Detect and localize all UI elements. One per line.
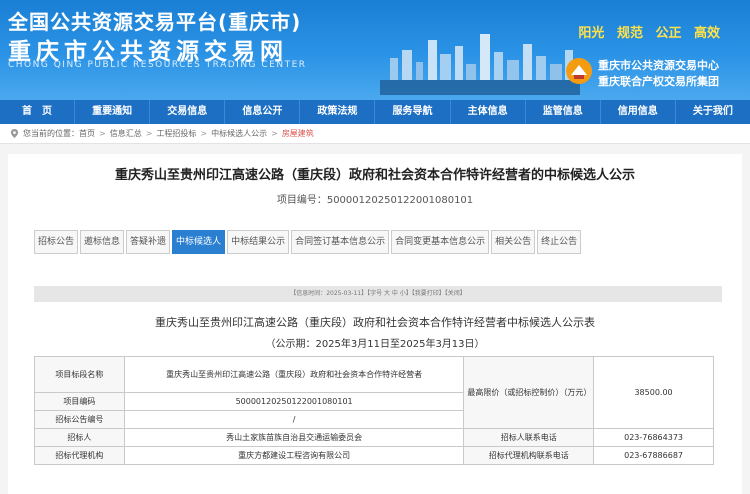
breadcrumb-separator: > bbox=[271, 128, 278, 138]
project-code-value: 500001202501220010801​01 bbox=[123, 392, 465, 411]
notice-code-label: 招标公告编号 bbox=[34, 410, 125, 429]
notice-title: 重庆秀山至贵州印江高速公路（重庆段）政府和社会资本合作特许经营者的中标候选人公示 bbox=[114, 168, 635, 183]
project-code: 项目编号：500001202501220010801​01 bbox=[276, 195, 474, 206]
table-title: 重庆秀山至贵州印江高速公路（重庆段）政府和社会资本合作特许经营者中标候选人公示表 bbox=[155, 316, 595, 329]
platform-title: 全国公共资源交易平台(重庆市) bbox=[8, 10, 302, 34]
candidate-table: 项目标段名称 重庆秀山至贵州印江高速公路（重庆段）政府和社会资本合作特许经营者 … bbox=[34, 356, 714, 465]
article-toolbar[interactable]: 【信息时间：2025-03-11】【字号 大 中 小】【我要打印】【关闭】 bbox=[34, 286, 722, 302]
tab-clarification[interactable]: 答疑补遗 bbox=[126, 230, 171, 254]
tenderer-value: 秀山土家族苗族自治县交通运输委员会 bbox=[123, 428, 465, 447]
breadcrumb: 您当前的位置： 首页 > 信息汇总 > 工程招投标 > 中标候选人公示 > 房屋… bbox=[0, 124, 750, 144]
publicity-period: （公示期：2025年3月11日至2025年3月13日） bbox=[265, 339, 485, 350]
tab-contract-signing[interactable]: 合同签订基本信息公示 bbox=[291, 230, 390, 254]
nav-policies[interactable]: 政策法规 bbox=[300, 100, 376, 124]
breadcrumb-prefix: 您当前的位置： bbox=[23, 128, 79, 138]
tab-award-result[interactable]: 中标结果公示 bbox=[227, 230, 290, 254]
nav-home[interactable]: 首 页 bbox=[0, 100, 76, 124]
nav-notices[interactable]: 重要通知 bbox=[75, 100, 151, 124]
breadcrumb-info[interactable]: 信息汇总 bbox=[110, 124, 142, 144]
tab-termination[interactable]: 终止公告 bbox=[537, 230, 582, 254]
breadcrumb-separator: > bbox=[99, 128, 106, 138]
city-skyline-image bbox=[380, 34, 580, 95]
org-logo-icon bbox=[566, 58, 592, 84]
breadcrumb-bidding[interactable]: 工程招投标 bbox=[156, 124, 196, 144]
max-price-label: 最高限价（或招标控制价）（万元） bbox=[463, 356, 595, 429]
breadcrumb-current[interactable]: 房屋建筑 bbox=[282, 124, 314, 144]
slogan: 阳光 规范 公正 高效 bbox=[578, 26, 720, 41]
breadcrumb-separator: > bbox=[145, 128, 153, 138]
tab-invitation[interactable]: 邀标信息 bbox=[80, 230, 125, 254]
tenderer-label: 招标人 bbox=[34, 428, 125, 447]
notice-code-value: / bbox=[123, 410, 465, 429]
notice-tabs: 招标公告 邀标信息 答疑补遗 中标候选人 中标结果公示 合同签订基本信息公示 合… bbox=[34, 230, 583, 254]
breadcrumb-home[interactable]: 首页 bbox=[79, 124, 95, 144]
agency-label: 招标代理机构 bbox=[34, 446, 125, 465]
table-row: 招标代理机构 重庆方都建设工程咨询有限公司 招标代理机构联系电话 023-678… bbox=[34, 446, 714, 465]
breadcrumb-separator: > bbox=[200, 128, 208, 138]
org-name-1: 重庆市公共资源交易中心 bbox=[598, 59, 719, 72]
tab-contract-change[interactable]: 合同变更基本信息公示 bbox=[391, 230, 490, 254]
main-nav: 首 页 重要通知 交易信息 信息公开 政策法规 服务导航 主体信息 监管信息 信… bbox=[0, 100, 750, 124]
tab-related[interactable]: 相关公告 bbox=[491, 230, 536, 254]
nav-about[interactable]: 关于我们 bbox=[676, 100, 750, 124]
breadcrumb-candidates[interactable]: 中标候选人公示 bbox=[211, 124, 267, 144]
org-name-2: 重庆联合产权交易所集团 bbox=[598, 75, 719, 88]
project-name-value: 重庆秀山至贵州印江高速公路（重庆段）政府和社会资本合作特许经营者 bbox=[123, 356, 465, 393]
tab-candidates[interactable]: 中标候选人 bbox=[172, 230, 226, 254]
agency-phone-label: 招标代理机构联系电话 bbox=[463, 446, 595, 465]
tab-tender-notice[interactable]: 招标公告 bbox=[34, 230, 79, 254]
tenderer-phone-value: 023-76864373 bbox=[593, 428, 714, 447]
tenderer-phone-label: 招标人联系电话 bbox=[463, 428, 595, 447]
notice-content: 重庆秀山至贵州印江高速公路（重庆段）政府和社会资本合作特许经营者的中标候选人公示… bbox=[8, 154, 742, 494]
nav-trade-info[interactable]: 交易信息 bbox=[150, 100, 226, 124]
agency-phone-value: 023-67886687 bbox=[593, 446, 714, 465]
nav-entity-info[interactable]: 主体信息 bbox=[451, 100, 526, 124]
nav-disclosure[interactable]: 信息公开 bbox=[225, 100, 301, 124]
location-pin-icon bbox=[10, 129, 19, 138]
table-row: 项目标段名称 重庆秀山至贵州印江高速公路（重庆段）政府和社会资本合作特许经营者 … bbox=[34, 356, 714, 429]
project-code-label: 项目编码 bbox=[34, 392, 125, 411]
site-title-english: CHONG QING PUBLIC RESOURCES TRADING CENT… bbox=[8, 60, 307, 70]
nav-service[interactable]: 服务导航 bbox=[375, 100, 451, 124]
project-name-label: 项目标段名称 bbox=[34, 356, 125, 393]
site-header: 全国公共资源交易平台(重庆市) 重庆市公共资源交易网 CHONG QING PU… bbox=[0, 0, 750, 100]
nav-credit[interactable]: 信用信息 bbox=[601, 100, 676, 124]
table-row: 招标人 秀山土家族苗族自治县交通运输委员会 招标人联系电话 023-768643… bbox=[34, 428, 714, 447]
agency-value: 重庆方都建设工程咨询有限公司 bbox=[123, 446, 465, 465]
max-price-value: 38500.00 bbox=[593, 356, 714, 429]
nav-supervision[interactable]: 监管信息 bbox=[526, 100, 601, 124]
